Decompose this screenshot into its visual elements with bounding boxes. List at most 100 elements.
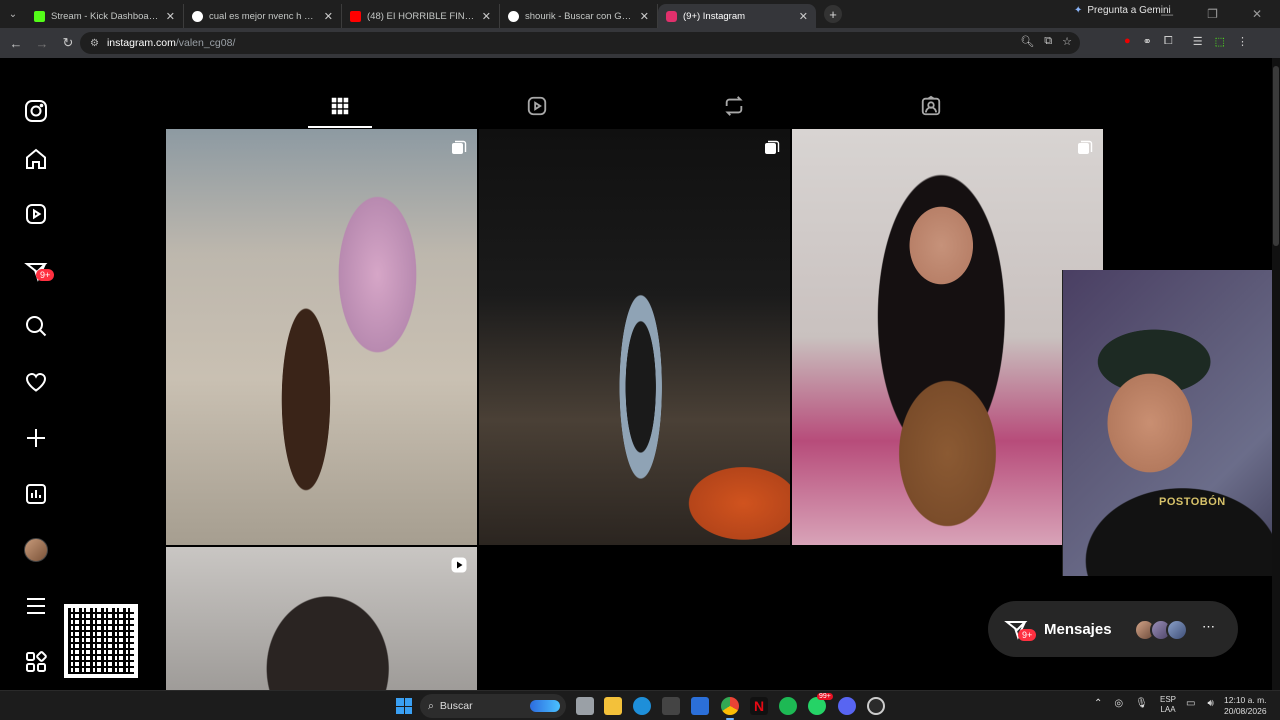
qr-code-image [64,604,138,678]
instagram-logo-icon[interactable] [22,97,50,125]
task-view-icon[interactable] [576,697,594,715]
browser-tab-strip: ⌄ Stream - Kick Dashboard - ✕ cual es me… [0,0,1280,28]
profile-icon[interactable]: ⬚ [1215,35,1225,48]
reels-icon[interactable] [22,200,50,228]
netflix-icon[interactable]: N [750,697,768,715]
close-tab-icon[interactable]: ✕ [799,10,808,23]
browser-tab-instagram[interactable]: (9+) Instagram ✕ [658,4,816,28]
discord-icon[interactable] [838,697,856,715]
site-info-icon[interactable]: ⚙ [90,38,99,49]
scrollbar-thumb[interactable] [1273,66,1279,246]
close-tab-icon[interactable]: ✕ [482,10,491,23]
spotify-icon[interactable] [779,697,797,715]
avatar [1166,619,1188,641]
repost-icon [725,96,743,116]
window-controls: — ❐ ✕ [1161,0,1280,28]
post-thumbnail[interactable] [166,547,477,690]
chrome-icon[interactable] [721,697,739,720]
messages-button[interactable]: 9+ Mensajes ⋯ [988,601,1238,657]
obs-icon[interactable] [867,697,885,715]
close-tab-icon[interactable]: ✕ [324,10,333,23]
minimize-icon[interactable]: — [1161,7,1173,21]
url-host: instagram.com [106,37,176,49]
show-hidden-icons-chevron-icon[interactable]: ⌃ [1094,698,1102,709]
page-scrollbar[interactable] [1272,58,1280,690]
browser-tab-google-shourik[interactable]: shourik - Buscar con Google ✕ [500,4,658,28]
lang-line1: ESP [1160,695,1177,704]
instagram-sidebar: 9+ [0,58,72,690]
microsoft-store-icon[interactable] [662,697,680,715]
taskbar-search[interactable]: ⌕ Buscar [420,694,566,718]
tab-search-chevron-icon[interactable]: ⌄ [0,0,26,28]
tab-posts[interactable] [308,84,372,128]
shirt-brand-text: POSTOBÓN [1159,496,1226,508]
message-avatars [1134,619,1188,641]
tab-title: Stream - Kick Dashboard - [51,10,160,22]
clock-time: 12:10 a. m. [1224,695,1267,705]
also-from-meta-icon[interactable] [22,648,50,676]
tab-reposts[interactable] [702,84,766,128]
tab-title: (48) EI HORRIBLE FINAL de ALC [367,10,476,22]
windows-taskbar: ⌕ Buscar N 99+ ⌃ ◎ 🎙︎ ESP LAA ▭ 🔊︎ 12:10… [0,690,1280,720]
reel-play-icon [451,557,467,573]
carousel-icon [765,140,780,154]
outlook-icon[interactable] [691,697,709,715]
close-tab-icon[interactable]: ✕ [640,10,649,23]
home-icon[interactable] [22,145,50,173]
direct-messages-icon[interactable]: 9+ [22,257,55,285]
post-thumbnail[interactable] [166,129,477,545]
bookmark-star-icon[interactable]: ☆ [1062,35,1072,48]
browser-menu-icon[interactable]: ⋮ [1237,35,1248,48]
tab-reels[interactable] [505,84,569,128]
messages-badge: 9+ [1018,629,1037,641]
grid-icon [331,97,349,115]
gemini-label: Pregunta a Gemini [1087,5,1171,16]
heart-notifications-icon[interactable] [22,368,50,396]
taskbar-search-label: Buscar [439,700,473,712]
language-indicator[interactable]: ESP LAA [1160,695,1176,715]
dashboard-chart-icon[interactable] [22,480,50,508]
maximize-icon[interactable]: ❐ [1207,7,1218,21]
url-bar[interactable]: ⚙ instagram.com /valen_cg08/ 🔍︎ ⧉ ☆ [80,32,1080,54]
display-icon[interactable]: ▭ [1186,698,1195,709]
post-thumbnail[interactable] [479,129,790,545]
taskbar-clock[interactable]: 12:10 a. m. 20/08/2026 [1224,695,1267,717]
tab-tagged[interactable] [899,84,963,128]
windows-start-icon[interactable] [396,698,412,714]
browser-tab-google-nvenc[interactable]: cual es mejor nvenc h 264 o nv ✕ [184,4,342,28]
more-menu-icon[interactable] [22,592,50,620]
messages-label: Mensajes [1044,620,1112,638]
post-thumbnail[interactable] [792,129,1103,545]
gemini-button[interactable]: ✦ Pregunta a Gemini [1074,5,1171,16]
edge-icon[interactable] [633,697,651,715]
zoom-icon[interactable]: 🔍︎ [1020,35,1034,48]
volume-icon[interactable]: 🔊︎ [1207,698,1213,709]
profile-avatar[interactable] [22,536,50,564]
kick-favicon-icon [34,10,45,22]
new-tab-button[interactable]: + [824,5,842,23]
search-icon[interactable] [22,312,50,340]
carousel-icon [1078,140,1093,154]
tab-title: cual es mejor nvenc h 264 o nv [209,10,318,22]
clock-date: 20/08/2026 [1224,706,1267,716]
whatsapp-icon[interactable]: 99+ [808,693,833,715]
microphone-icon[interactable]: 🎙︎ [1135,698,1148,709]
create-plus-icon[interactable] [22,424,50,452]
reading-list-icon[interactable]: ☰ [1193,35,1203,48]
browser-tab-kick[interactable]: Stream - Kick Dashboard - ✕ [26,4,184,28]
close-window-icon[interactable]: ✕ [1252,7,1262,21]
forward-arrow-icon[interactable]: → [30,31,54,55]
browser-tab-youtube[interactable]: (48) EI HORRIBLE FINAL de ALC ✕ [342,4,500,28]
link-extension-icon[interactable]: ⚭ [1143,35,1152,48]
reload-icon[interactable]: ↻ [56,31,80,55]
system-status-icons: ▭ 🔊︎ [1186,698,1214,709]
extensions-puzzle-icon[interactable]: ⧠ [1164,35,1173,48]
opera-extension-icon[interactable]: ● [1124,35,1131,48]
close-tab-icon[interactable]: ✕ [166,10,175,23]
tray-app-icon[interactable]: ◎ [1114,698,1123,709]
install-app-icon[interactable]: ⧉ [1044,35,1052,48]
back-arrow-icon[interactable]: ← [4,31,28,55]
omnibox-actions: 🔍︎ ⧉ ☆ [1020,35,1072,48]
tab-title: shourik - Buscar con Google [525,10,634,22]
file-explorer-icon[interactable] [604,697,622,715]
